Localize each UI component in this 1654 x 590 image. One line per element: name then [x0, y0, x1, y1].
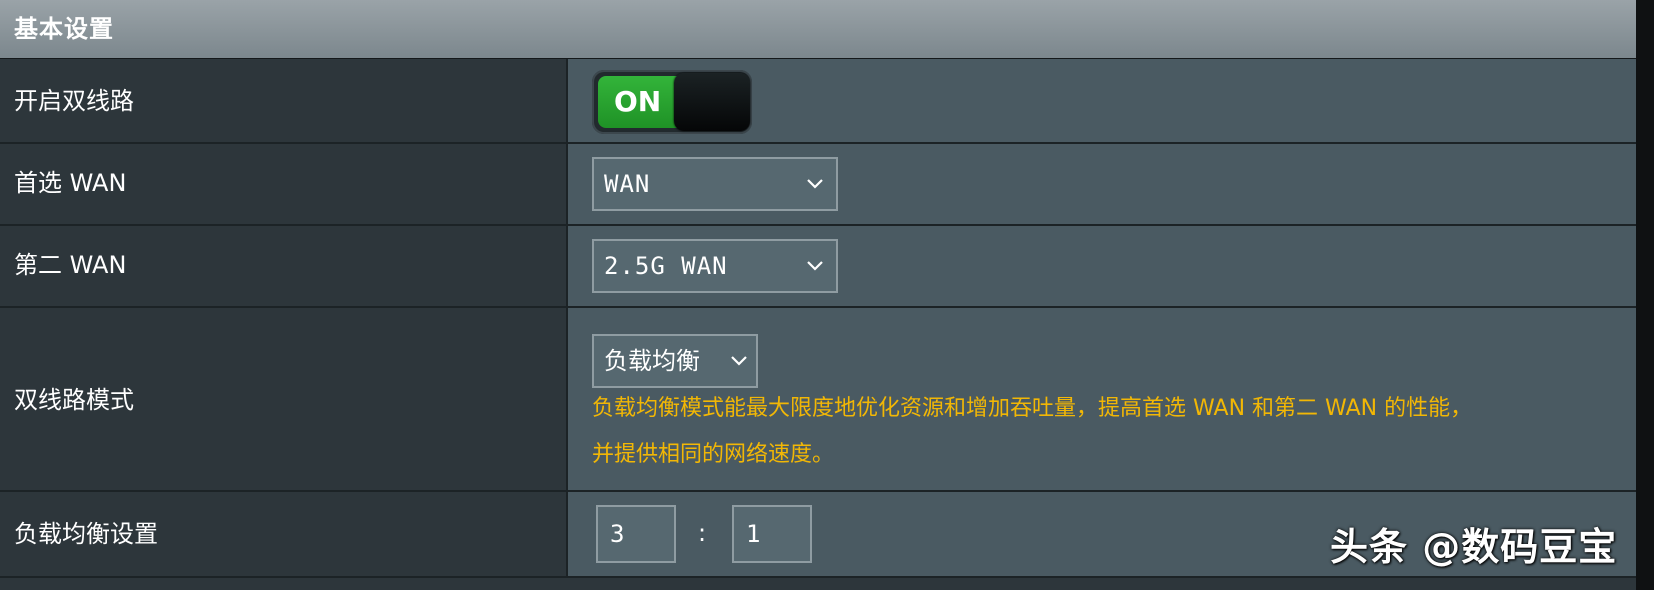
basic-settings-panel: 基本设置 开启双线路 ON 首选 WAN WAN 第二 WAN 2.5G WAN…: [0, 0, 1636, 590]
chevron-down-icon: [807, 261, 823, 271]
chevron-down-icon: [807, 179, 823, 189]
row-value-cell: 负载均衡 负载均衡模式能最大限度地优化资源和增加吞吐量，提高首选 WAN 和第二…: [568, 308, 1636, 490]
load-balance-label: 负载均衡设置: [14, 520, 158, 548]
toggle-on-label: ON: [598, 76, 682, 128]
mode-selected: 负载均衡: [604, 347, 700, 375]
section-header: 基本设置: [0, 0, 1636, 59]
primary-ratio-value: 3: [610, 520, 625, 548]
scrollbar[interactable]: [1636, 0, 1654, 590]
row-label-cell: 首选 WAN: [0, 144, 568, 224]
row-label-cell: 双线路模式: [0, 308, 568, 490]
secondary-wan-select[interactable]: 2.5G WAN: [592, 239, 838, 293]
row-primary-wan: 首选 WAN WAN: [0, 144, 1636, 226]
secondary-wan-selected: 2.5G WAN: [604, 252, 728, 280]
primary-ratio-input[interactable]: 3: [596, 505, 676, 563]
mode-hint-line1: 负载均衡模式能最大限度地优化资源和增加吞吐量，提高首选 WAN 和第二 WAN …: [592, 396, 1473, 421]
watermark: 头条 @数码豆宝: [1330, 525, 1618, 569]
row-value-cell: ON: [568, 59, 1636, 142]
row-secondary-wan: 第二 WAN 2.5G WAN: [0, 226, 1636, 308]
section-title: 基本设置: [14, 15, 114, 43]
secondary-ratio-input[interactable]: 1: [732, 505, 812, 563]
dual-wan-toggle[interactable]: ON: [592, 70, 752, 134]
chevron-down-icon: [731, 356, 747, 366]
row-value-cell: 2.5G WAN: [568, 226, 1636, 306]
mode-hint-line2: 并提供相同的网络速度。: [592, 442, 835, 467]
secondary-ratio-value: 1: [746, 520, 761, 548]
toggle-knob[interactable]: [674, 73, 750, 131]
row-label-cell: 负载均衡设置: [0, 492, 568, 576]
primary-wan-selected: WAN: [604, 170, 651, 198]
primary-wan-select[interactable]: WAN: [592, 157, 838, 211]
row-label-cell: 第二 WAN: [0, 226, 568, 306]
row-value-cell: WAN: [568, 144, 1636, 224]
secondary-wan-label: 第二 WAN: [14, 251, 127, 279]
mode-label: 双线路模式: [14, 386, 134, 414]
row-label-cell: 开启双线路: [0, 59, 568, 142]
ratio-separator: :: [698, 519, 707, 547]
row-dual-wan: 开启双线路 ON: [0, 59, 1636, 144]
dual-wan-label: 开启双线路: [14, 87, 134, 115]
mode-select[interactable]: 负载均衡: [592, 334, 758, 388]
row-dual-wan-mode: 双线路模式 负载均衡 负载均衡模式能最大限度地优化资源和增加吞吐量，提高首选 W…: [0, 308, 1636, 492]
primary-wan-label: 首选 WAN: [14, 169, 127, 197]
